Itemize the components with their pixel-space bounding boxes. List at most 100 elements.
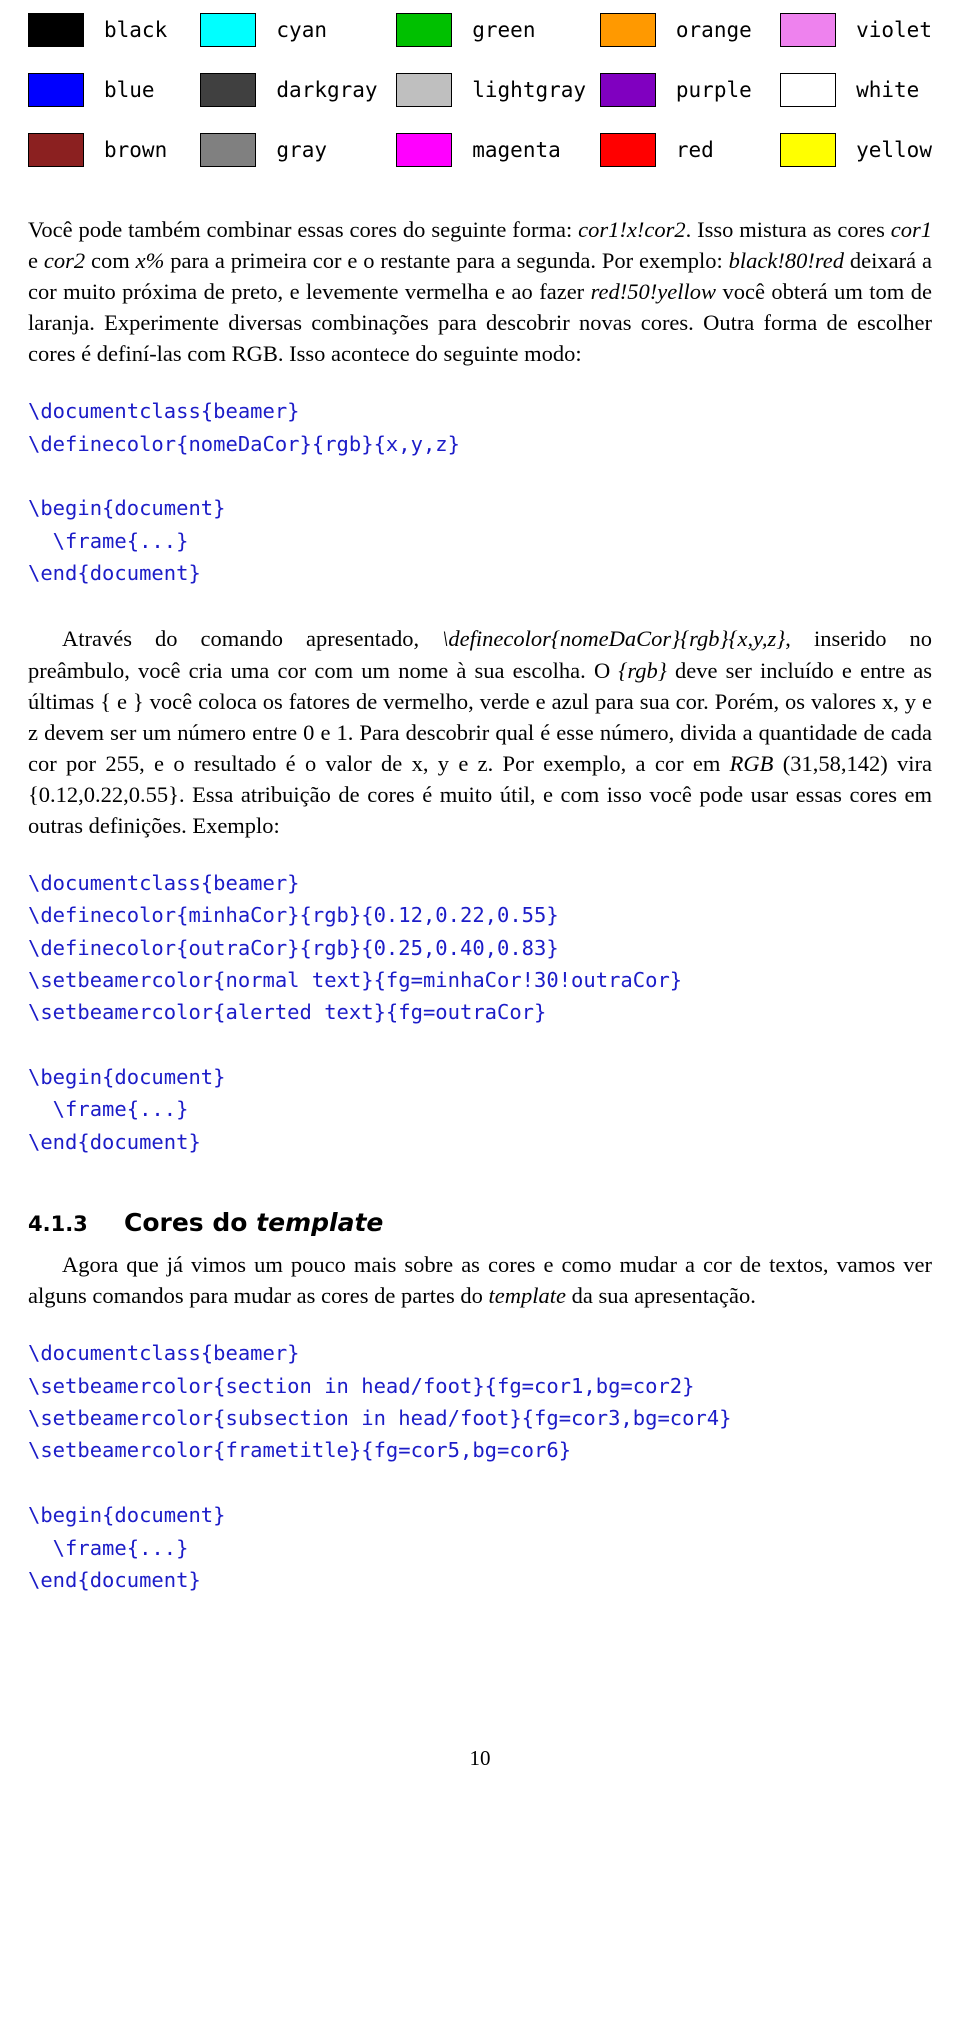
text-run-italic: black!80!red <box>728 248 845 274</box>
swatch-cell: white <box>780 60 932 120</box>
text-run: com <box>85 248 136 274</box>
text-run-italic: \definecolor{nomeDaCor}{rgb}{x,y,z} <box>442 626 786 652</box>
code-line: \setbeamercolor{normal text}{fg=minhaCor… <box>28 967 683 992</box>
code-line: \definecolor{outraCor}{rgb}{0.25,0.40,0.… <box>28 935 559 960</box>
color-label: violet <box>856 18 932 42</box>
code-line: \begin{document} <box>28 1065 226 1090</box>
swatch-cell: gray <box>200 120 396 180</box>
code-block-definecolor: \documentclass{beamer} \definecolor{nome… <box>28 395 932 589</box>
code-line: \setbeamercolor{alerted text}{fg=outraCo… <box>28 1000 547 1025</box>
text-run-italic: RGB <box>729 750 774 776</box>
color-swatch-brown <box>28 133 84 167</box>
paragraph-color-mixing: Você pode também combinar essas cores do… <box>28 214 932 369</box>
color-label: white <box>856 78 920 102</box>
text-run: . Isso mistura as cores <box>685 217 891 242</box>
text-run: e <box>28 248 44 274</box>
color-label: darkgray <box>276 78 378 102</box>
swatch-cell: blue <box>28 60 200 120</box>
code-line: \documentclass{beamer} <box>28 870 300 895</box>
code-line: \documentclass{beamer} <box>28 1341 300 1366</box>
code-line: \begin{document} <box>28 1503 226 1528</box>
document-page: black cyan green orange violet blue dark… <box>0 0 960 2031</box>
text-run-italic: cor2 <box>43 248 86 274</box>
code-line: \end{document} <box>28 1129 201 1154</box>
swatch-cell: cyan <box>200 0 396 60</box>
color-swatch-violet <box>780 13 837 47</box>
color-swatch-yellow <box>780 133 837 167</box>
color-swatch-red <box>599 133 656 167</box>
text-run-italic: {rgb} <box>618 657 667 683</box>
code-line: \setbeamercolor{section in head/foot}{fg… <box>28 1373 695 1398</box>
color-swatch-purple <box>599 73 656 107</box>
code-line: \definecolor{minhaCor}{rgb}{0.12,0.22,0.… <box>28 903 559 928</box>
text-run: da sua apresentação. <box>565 1283 756 1309</box>
swatch-cell: yellow <box>780 120 932 180</box>
code-line: \setbeamercolor{frametitle}{fg=cor5,bg=c… <box>28 1438 572 1463</box>
swatch-cell: red <box>599 120 780 180</box>
color-label: gray <box>276 138 327 162</box>
text-run: Você pode também combinar essas cores do… <box>28 217 579 242</box>
text-run-italic: cor1 <box>890 217 932 242</box>
paragraph-template-colors: Agora que já vimos um pouco mais sobre a… <box>28 1249 932 1311</box>
color-swatch-darkgray <box>200 73 257 107</box>
text-run-italic: red!50!yellow <box>590 279 717 305</box>
swatch-cell: orange <box>599 0 780 60</box>
color-label: green <box>472 18 536 42</box>
swatch-row: blue darkgray lightgray purple white <box>28 60 932 120</box>
swatch-cell: green <box>396 0 600 60</box>
color-label: blue <box>104 78 155 102</box>
code-line: \documentclass{beamer} <box>28 399 300 424</box>
code-line: \setbeamercolor{subsection in head/foot}… <box>28 1406 732 1431</box>
text-run: para a primeira cor e o restante para a … <box>164 248 729 274</box>
text-run: Através do comando apresentado, <box>62 626 443 652</box>
color-label: brown <box>104 138 168 162</box>
swatch-row: brown gray magenta red yellow <box>28 120 932 180</box>
color-label: black <box>104 18 168 42</box>
color-label: orange <box>675 18 752 42</box>
color-swatch-table: black cyan green orange violet blue dark… <box>28 0 932 180</box>
section-title-text: Cores do <box>124 1208 257 1238</box>
text-run-italic: cor1!x!cor2 <box>578 217 686 242</box>
code-block-setbeamercolor-text: \documentclass{beamer} \definecolor{minh… <box>28 867 932 1158</box>
swatch-cell: purple <box>599 60 780 120</box>
color-swatch-white <box>780 73 837 107</box>
text-run: Agora que já vimos um pouco mais sobre a… <box>28 1252 932 1309</box>
code-line: \definecolor{nomeDaCor}{rgb}{x,y,z} <box>28 431 460 456</box>
color-swatch-orange <box>599 13 656 47</box>
color-label: cyan <box>276 18 327 42</box>
code-line: \begin{document} <box>28 496 226 521</box>
paragraph-rgb-explanation: Através do comando apresentado, \definec… <box>28 623 932 840</box>
code-line: \end{document} <box>28 1567 201 1592</box>
code-line: \frame{...} <box>28 1535 189 1560</box>
text-run-italic: x% <box>135 248 165 274</box>
color-swatch-cyan <box>200 13 257 47</box>
swatch-cell: black <box>28 0 200 60</box>
color-swatch-lightgray <box>396 73 453 107</box>
section-number: 4.1.3 <box>28 1212 88 1237</box>
color-swatch-blue <box>28 73 84 107</box>
section-title: Cores do template <box>124 1208 383 1237</box>
color-label: purple <box>675 78 752 102</box>
text-run-italic: template <box>488 1283 566 1309</box>
code-line: \frame{...} <box>28 528 189 553</box>
swatch-cell: lightgray <box>396 60 600 120</box>
swatch-cell: brown <box>28 120 200 180</box>
color-swatch-green <box>396 13 453 47</box>
swatch-cell: darkgray <box>200 60 396 120</box>
color-swatch-black <box>28 13 84 47</box>
swatch-cell: violet <box>780 0 932 60</box>
page-number: 10 <box>469 1746 491 1771</box>
color-swatch-gray <box>200 133 257 167</box>
color-swatch-magenta <box>396 133 453 167</box>
color-label: lightgray <box>472 78 587 102</box>
color-label: magenta <box>472 138 561 162</box>
color-label: yellow <box>856 138 932 162</box>
swatch-cell: magenta <box>396 120 600 180</box>
color-label: red <box>675 138 714 162</box>
section-title-italic: template <box>256 1208 384 1238</box>
section-heading: 4.1.3 Cores do template <box>28 1208 932 1237</box>
code-block-setbeamercolor-template: \documentclass{beamer} \setbeamercolor{s… <box>28 1337 932 1596</box>
swatch-row: black cyan green orange violet <box>28 0 932 60</box>
code-line: \end{document} <box>28 561 201 586</box>
code-line: \frame{...} <box>28 1097 189 1122</box>
